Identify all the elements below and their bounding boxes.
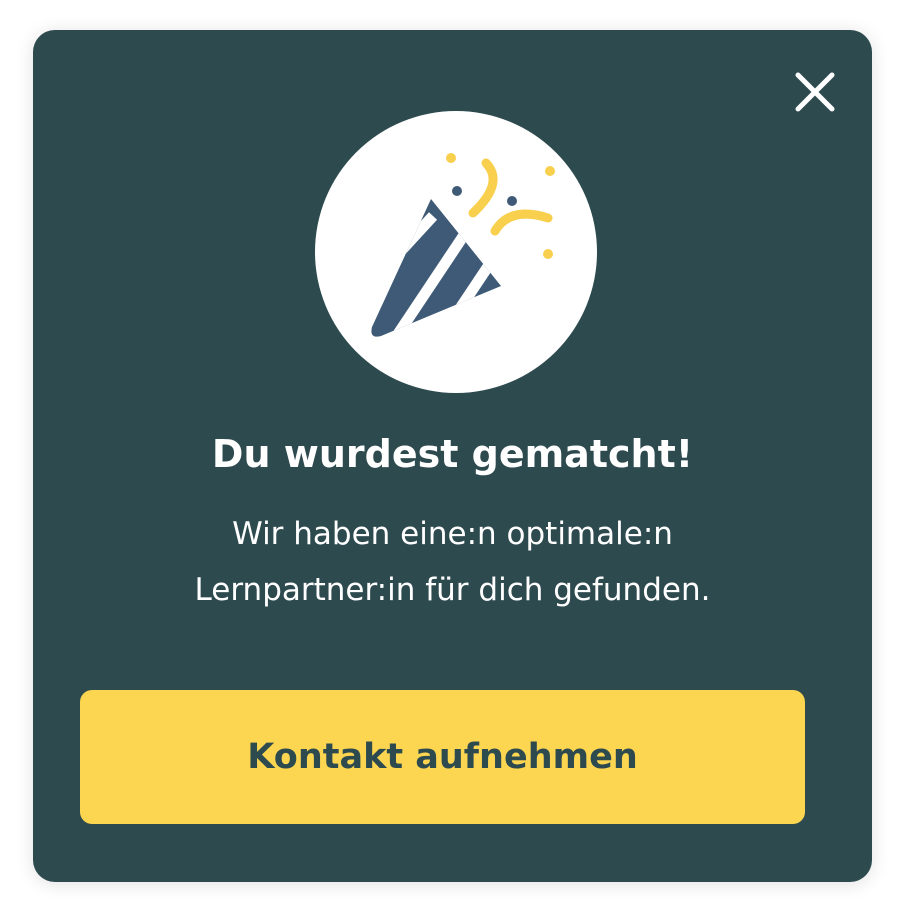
dialog-message: Wir haben eine:n optimale:n Lernpartner:… [194, 516, 711, 608]
close-icon [795, 72, 835, 112]
dialog-title: Du wurdest gematcht! [211, 432, 694, 476]
close-button[interactable] [793, 70, 837, 114]
contact-button[interactable]: Kontakt aufnehmen [80, 690, 805, 824]
match-dialog: Du wurdest gematcht! Wir haben eine:n op… [33, 30, 872, 882]
hero-icon-circle [315, 111, 597, 393]
party-popper-icon [371, 153, 555, 337]
